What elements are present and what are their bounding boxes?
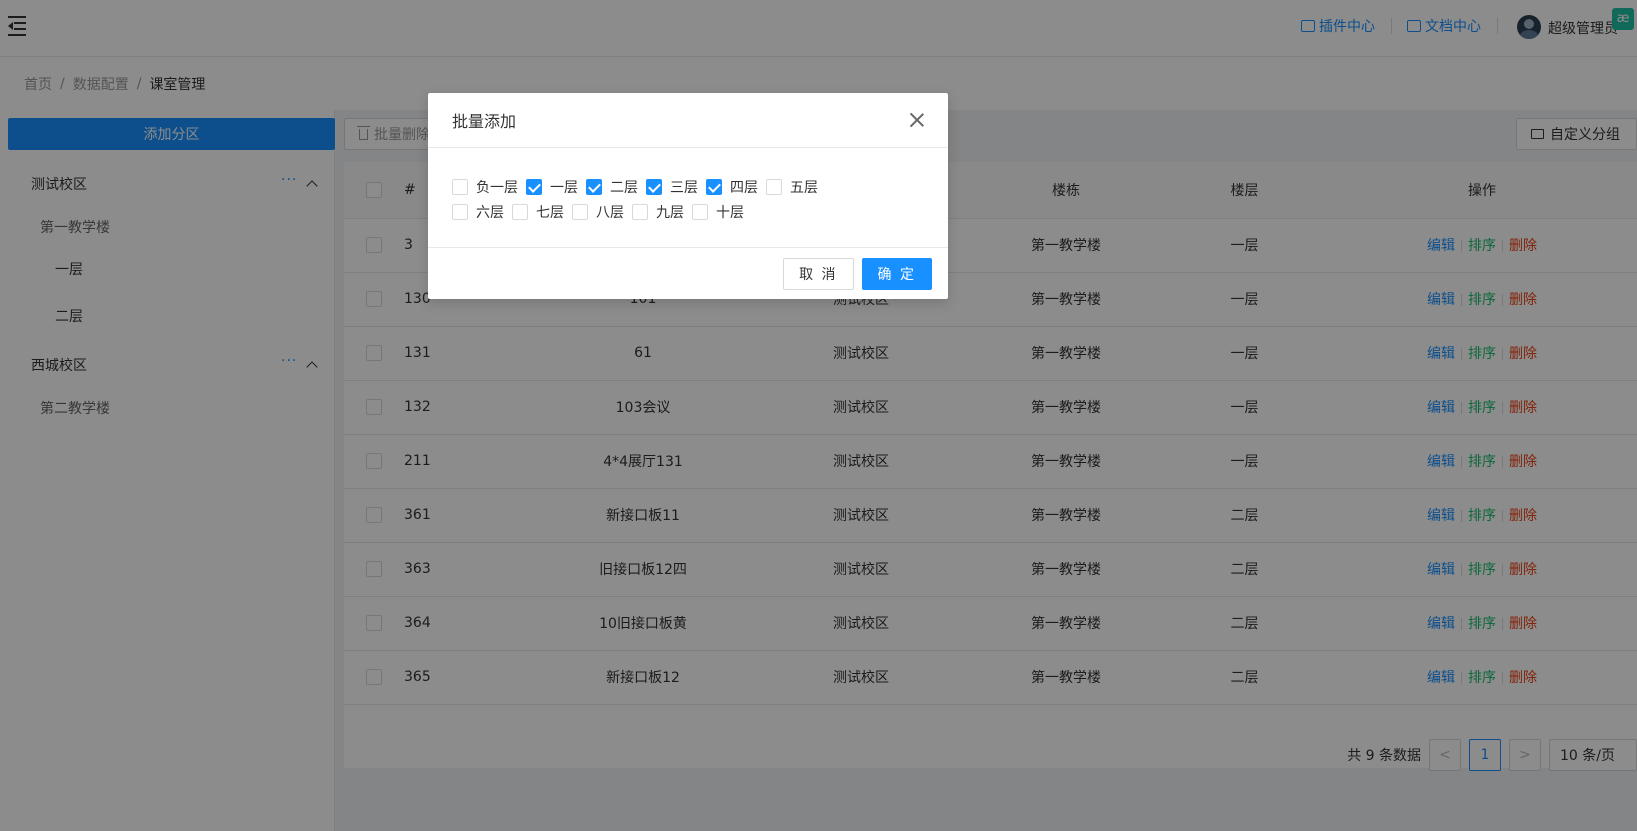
checkbox-box[interactable] [526, 178, 542, 195]
modal-header: 批量添加 [428, 93, 948, 148]
floor-checkbox[interactable]: 一层 [526, 174, 578, 199]
floor-checkbox-label: 负一层 [476, 179, 518, 196]
floor-checkbox[interactable]: 负一层 [452, 174, 518, 199]
confirm-button[interactable]: 确 定 [861, 257, 932, 290]
batch-add-modal: 批量添加 负一层 一层 二层 三层 四层 五层六层 七层 八层 九层 十层 取 消 确 定 [428, 93, 948, 299]
floor-checkbox-label: 五层 [790, 179, 818, 196]
floor-checkbox[interactable]: 八层 [572, 199, 624, 224]
checkbox-box[interactable] [706, 178, 722, 195]
floor-checkbox-label: 六层 [476, 204, 504, 221]
close-icon[interactable] [910, 113, 924, 127]
checkbox-box[interactable] [692, 203, 708, 220]
cancel-button[interactable]: 取 消 [783, 257, 854, 290]
floor-checkbox-label: 七层 [536, 204, 564, 221]
modal-footer: 取 消 确 定 [428, 248, 948, 299]
floor-checkbox-label: 十层 [716, 204, 744, 221]
floor-checkbox[interactable]: 三层 [646, 174, 698, 199]
floor-checkbox[interactable]: 四层 [706, 174, 758, 199]
floor-checkbox-label: 二层 [610, 179, 638, 196]
floor-checkbox-group: 负一层 一层 二层 三层 四层 五层六层 七层 八层 九层 十层 [452, 174, 852, 224]
checkbox-box[interactable] [586, 178, 602, 195]
floor-checkbox-label: 四层 [730, 179, 758, 196]
checkbox-box[interactable] [632, 203, 648, 220]
floor-checkbox-label: 三层 [670, 179, 698, 196]
floor-checkbox[interactable]: 七层 [512, 199, 564, 224]
floor-checkbox[interactable]: 十层 [692, 199, 744, 224]
checkbox-box[interactable] [452, 203, 468, 220]
floor-checkbox[interactable]: 二层 [586, 174, 638, 199]
modal-body: 负一层 一层 二层 三层 四层 五层六层 七层 八层 九层 十层 [428, 148, 948, 248]
modal-title: 批量添加 [452, 112, 517, 131]
floor-checkbox[interactable]: 六层 [452, 199, 504, 224]
checkbox-box[interactable] [452, 178, 468, 195]
checkbox-box[interactable] [572, 203, 588, 220]
checkbox-box[interactable] [646, 178, 662, 195]
floor-checkbox-label: 九层 [656, 204, 684, 221]
floor-checkbox-label: 一层 [550, 179, 578, 196]
checkbox-box[interactable] [512, 203, 528, 220]
floor-checkbox-label: 八层 [596, 204, 624, 221]
floor-checkbox[interactable]: 五层 [766, 174, 818, 199]
checkbox-box[interactable] [766, 178, 782, 195]
floor-checkbox[interactable]: 九层 [632, 199, 684, 224]
